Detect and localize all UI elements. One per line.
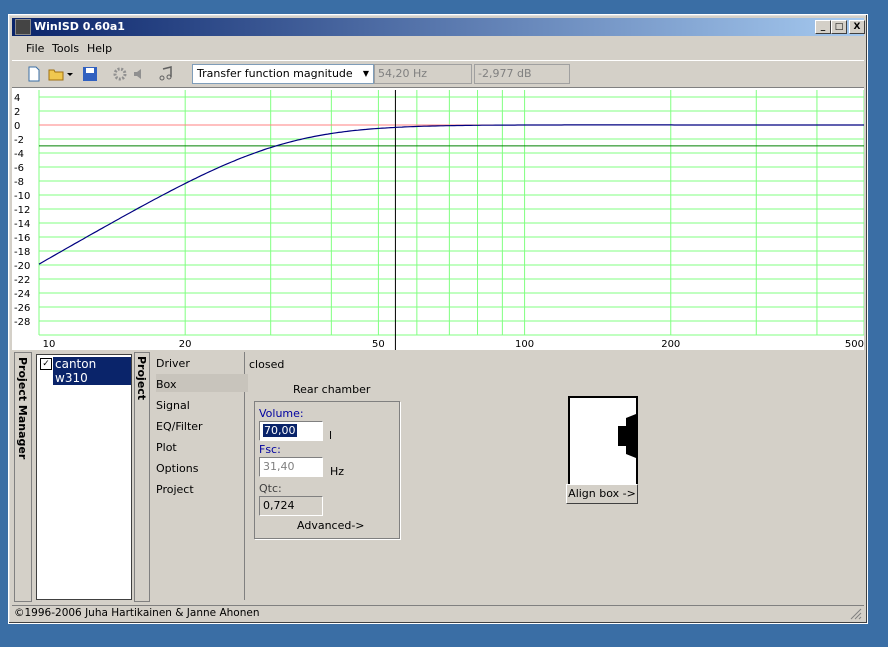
project-tab-label: Project [135, 356, 148, 401]
qtc-field: 0,724 [259, 496, 323, 516]
fsc-value: 31,40 [263, 460, 295, 473]
y-tick-label: -16 [14, 233, 30, 244]
cursor-frequency-field: 54,20 Hz [374, 64, 472, 84]
minimize-button[interactable]: _ [815, 20, 831, 34]
menu-help[interactable]: Help [87, 42, 112, 55]
cursor-frequency-value: 54,20 Hz [378, 67, 428, 80]
nav-item-options[interactable]: Options [156, 462, 198, 475]
close-button[interactable]: X [849, 20, 865, 34]
y-tick-label: -28 [14, 317, 30, 328]
project-panel: Project Manager ✓ canton w310 Project Dr… [12, 352, 864, 602]
project-list[interactable]: ✓ canton w310 [36, 354, 132, 600]
rear-chamber-group: Volume: 70,00 l Fsc: 31,40 Hz Qtc: 0,724… [254, 401, 400, 539]
project-manager-tab[interactable]: Project Manager [14, 352, 32, 602]
rear-chamber-title: Rear chamber [293, 383, 371, 396]
toolbar: Transfer function magnitude ▼ 54,20 Hz -… [12, 60, 864, 88]
volume-label: Volume: [259, 407, 304, 420]
status-bar: ©1996-2006 Juha Hartikainen & Janne Ahon… [12, 605, 864, 621]
menu-tools[interactable]: Tools [52, 42, 79, 55]
new-file-icon[interactable] [26, 66, 42, 82]
save-icon[interactable] [82, 66, 98, 82]
qtc-label: Qtc: [259, 482, 282, 495]
volume-unit: l [329, 429, 333, 442]
nav-item-driver[interactable]: Driver [156, 357, 190, 370]
y-tick-label: -22 [14, 275, 30, 286]
nav-item-signal[interactable]: Signal [156, 399, 190, 412]
y-tick-label: -24 [14, 289, 30, 300]
x-tick-label: 100 [515, 339, 534, 350]
menu-file[interactable]: File [26, 42, 44, 55]
plot-type-value: Transfer function magnitude [197, 67, 353, 80]
volume-value: 70,00 [263, 424, 297, 437]
volume-input[interactable]: 70,00 [259, 421, 323, 441]
main-window: WinISD 0.60a1 _ □ X File Tools Help Tran… [8, 14, 868, 624]
list-item[interactable]: canton w310 [53, 357, 131, 385]
fsc-unit: Hz [330, 465, 345, 478]
chevron-down-icon[interactable] [66, 66, 74, 82]
resize-grip-icon[interactable] [850, 608, 862, 620]
nav-item-plot[interactable]: Plot [156, 441, 177, 454]
y-tick-label: -10 [14, 191, 30, 202]
y-tick-label: -26 [14, 303, 30, 314]
plot-type-select[interactable]: Transfer function magnitude ▼ [192, 64, 374, 84]
y-tick-label: -8 [14, 177, 24, 188]
y-tick-label: -18 [14, 247, 30, 258]
fsc-label: Fsc: [259, 443, 281, 456]
y-tick-label: 0 [14, 121, 20, 132]
box-type-label: closed [249, 358, 285, 371]
nav-item-box[interactable]: Box [156, 378, 176, 391]
y-tick-label: -2 [14, 135, 24, 146]
project-tab[interactable]: Project [134, 352, 150, 602]
copyright-text: ©1996-2006 Juha Hartikainen & Janne Ahon… [14, 607, 260, 619]
project-manager-tab-label: Project Manager [16, 357, 29, 460]
open-folder-icon[interactable] [48, 66, 64, 82]
cursor-level-value: -2,977 dB [478, 67, 532, 80]
chart-canvas[interactable]: 420-2-4-6-8-10-12-14-16-18-20-22-24-26-2… [12, 88, 865, 350]
nav-item-project[interactable]: Project [156, 483, 194, 496]
x-tick-label: 10 [43, 339, 56, 350]
menu-bar: File Tools Help [12, 38, 864, 58]
chevron-down-icon[interactable]: ▼ [359, 65, 373, 83]
music-note-icon[interactable] [158, 66, 174, 82]
x-tick-label: 20 [179, 339, 192, 350]
driver-magnet-icon [618, 426, 626, 446]
app-icon [15, 19, 31, 35]
cursor-level-field: -2,977 dB [474, 64, 570, 84]
y-tick-label: -20 [14, 261, 30, 272]
y-tick-label: -6 [14, 163, 24, 174]
box-illustration [568, 396, 638, 493]
nav-item-eq-filter[interactable]: EQ/Filter [156, 420, 203, 433]
x-tick-label: 500 [845, 339, 864, 350]
x-tick-label: 200 [661, 339, 680, 350]
nav-list: Driver Box Signal EQ/Filter Plot Options… [152, 352, 248, 600]
y-tick-label: -12 [14, 205, 30, 216]
fsc-input[interactable]: 31,40 [259, 457, 323, 477]
title-bar[interactable]: WinISD 0.60a1 _ □ X [12, 18, 865, 36]
window-title: WinISD 0.60a1 [34, 20, 125, 33]
x-tick-label: 50 [372, 339, 385, 350]
y-tick-label: 4 [14, 93, 20, 104]
project-checkbox[interactable]: ✓ [40, 358, 52, 370]
driver-cone-icon [626, 414, 636, 458]
advanced-button[interactable]: Advanced-> [297, 519, 365, 532]
align-box-button[interactable]: Align box -> [566, 484, 638, 504]
gear-icon[interactable] [112, 66, 128, 82]
y-tick-label: -14 [14, 219, 30, 230]
qtc-value: 0,724 [263, 499, 295, 512]
box-page: closed Rear chamber Volume: 70,00 l Fsc:… [247, 352, 862, 600]
speaker-icon[interactable] [132, 66, 148, 82]
maximize-button[interactable]: □ [831, 20, 847, 34]
transfer-function-chart[interactable]: 4 2 0 -2 -4 -6 -8 -10 -12 -14 -16 -18 -20 -22 -24 -26 -2… [12, 88, 865, 350]
y-tick-label: -4 [14, 149, 24, 160]
y-tick-label: 2 [14, 107, 20, 118]
